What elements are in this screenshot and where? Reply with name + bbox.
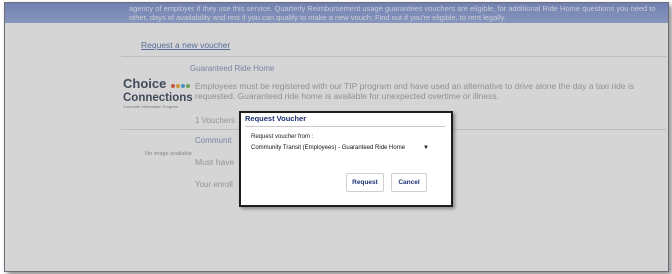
browser-frame: agency of employer if they use this serv… (4, 2, 669, 272)
cancel-button[interactable]: Cancel (391, 173, 427, 192)
voucher-source-label: Request voucher from : (251, 134, 314, 140)
voucher-source-selected-value: Community Transit (Employees) - Guarante… (251, 145, 406, 151)
dialog-divider (245, 126, 445, 127)
request-voucher-dialog: Request Voucher Request voucher from : C… (239, 111, 453, 207)
dialog-title: Request Voucher (245, 114, 307, 123)
dropdown-arrow-icon: ▼ (423, 145, 429, 151)
voucher-source-select[interactable]: Community Transit (Employees) - Guarante… (251, 143, 429, 154)
request-button[interactable]: Request (346, 173, 384, 192)
